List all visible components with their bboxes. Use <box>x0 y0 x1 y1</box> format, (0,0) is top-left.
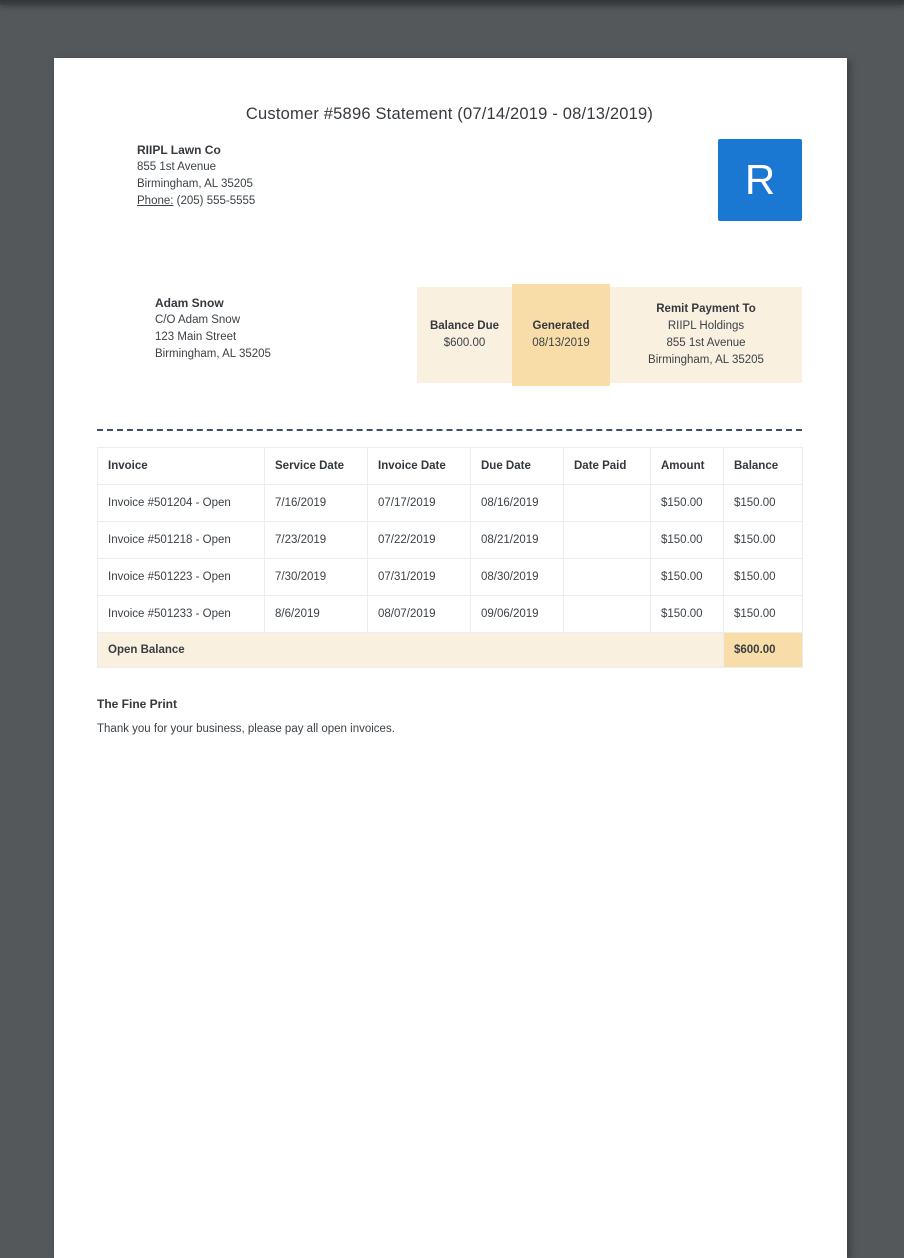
customer-address-line1: 123 Main Street <box>155 331 237 343</box>
cell-due-date: 08/21/2019 <box>470 521 564 559</box>
balance-due-value: $600.00 <box>443 337 486 349</box>
statement-header: RIIPL Lawn Co 855 1st Avenue Birmingham,… <box>97 139 802 221</box>
phone-value: (205) 555-5555 <box>176 195 256 207</box>
open-balance-label: Open Balance <box>97 632 724 668</box>
table-row: Invoice #501204 - Open 7/16/2019 07/17/2… <box>97 484 803 522</box>
col-header-invoice-date: Invoice Date <box>367 447 471 485</box>
cell-service-date: 7/23/2019 <box>264 521 368 559</box>
page-title: Customer #5896 Statement (07/14/2019 - 0… <box>245 105 654 123</box>
cell-date-paid <box>563 484 651 522</box>
company-phone-line: Phone: (205) 555-5555 <box>137 193 255 210</box>
customer-name: Adam Snow <box>155 296 224 310</box>
payment-summary-box: Balance Due $600.00 Generated 08/13/2019… <box>417 284 802 386</box>
cell-amount: $150.00 <box>650 558 724 596</box>
generated-value: 08/13/2019 <box>532 337 590 349</box>
open-balance-value: $600.00 <box>723 632 803 668</box>
invoice-table: Invoice Service Date Invoice Date Due Da… <box>97 447 803 668</box>
table-row: Invoice #501218 - Open 7/23/2019 07/22/2… <box>97 521 803 559</box>
table-header-row: Invoice Service Date Invoice Date Due Da… <box>97 447 803 485</box>
cell-service-date: 7/16/2019 <box>264 484 368 522</box>
statement-page: Customer #5896 Statement (07/14/2019 - 0… <box>54 58 847 1258</box>
company-address-block: RIIPL Lawn Co 855 1st Avenue Birmingham,… <box>137 142 255 221</box>
company-address-line2: Birmingham, AL 35205 <box>137 178 253 190</box>
cell-invoice-date: 07/31/2019 <box>367 558 471 596</box>
remit-address1: 855 1st Avenue <box>666 337 746 349</box>
cell-service-date: 8/6/2019 <box>264 595 368 633</box>
generated-cell: Generated 08/13/2019 <box>512 284 610 386</box>
cell-invoice-date: 08/07/2019 <box>367 595 471 633</box>
remit-payment-cell: Remit Payment To RIIPL Holdings 855 1st … <box>610 287 802 383</box>
cell-invoice-date: 07/22/2019 <box>367 521 471 559</box>
company-logo: R <box>718 139 802 221</box>
remit-label: Remit Payment To <box>656 303 756 315</box>
company-address-line1: 855 1st Avenue <box>137 161 217 173</box>
cell-date-paid <box>563 558 651 596</box>
cell-due-date: 09/06/2019 <box>470 595 564 633</box>
cell-balance: $150.00 <box>723 521 803 559</box>
col-header-balance: Balance <box>723 447 803 485</box>
cell-balance: $150.00 <box>723 595 803 633</box>
table-row: Invoice #501233 - Open 8/6/2019 08/07/20… <box>97 595 803 633</box>
balance-due-cell: Balance Due $600.00 <box>417 287 512 383</box>
col-header-service-date: Service Date <box>264 447 368 485</box>
company-name: RIIPL Lawn Co <box>137 143 221 157</box>
open-balance-row: Open Balance $600.00 <box>97 632 803 668</box>
balance-due-label: Balance Due <box>429 320 500 332</box>
cell-invoice: Invoice #501218 - Open <box>97 521 265 559</box>
cell-due-date: 08/16/2019 <box>470 484 564 522</box>
cell-date-paid <box>563 521 651 559</box>
cell-invoice: Invoice #501233 - Open <box>97 595 265 633</box>
customer-care-of: C/O Adam Snow <box>155 314 241 326</box>
col-header-due-date: Due Date <box>470 447 564 485</box>
dashed-divider <box>97 429 802 431</box>
cell-invoice-date: 07/17/2019 <box>367 484 471 522</box>
cell-invoice: Invoice #501204 - Open <box>97 484 265 522</box>
phone-label: Phone: <box>137 195 174 207</box>
col-header-date-paid: Date Paid <box>563 447 651 485</box>
cell-date-paid <box>563 595 651 633</box>
cell-balance: $150.00 <box>723 484 803 522</box>
billing-section: Adam Snow C/O Adam Snow 123 Main Street … <box>97 284 802 386</box>
fine-print-heading: The Fine Print <box>97 697 178 711</box>
window-top-edge <box>0 0 904 5</box>
cell-amount: $150.00 <box>650 521 724 559</box>
cell-invoice: Invoice #501223 - Open <box>97 558 265 596</box>
remit-name: RIIPL Holdings <box>667 320 745 332</box>
table-row: Invoice #501223 - Open 7/30/2019 07/31/2… <box>97 558 803 596</box>
customer-address-line2: Birmingham, AL 35205 <box>155 348 271 360</box>
customer-address-block: Adam Snow C/O Adam Snow 123 Main Street … <box>155 284 271 363</box>
generated-label: Generated <box>532 320 590 332</box>
cell-amount: $150.00 <box>650 484 724 522</box>
cell-amount: $150.00 <box>650 595 724 633</box>
cell-service-date: 7/30/2019 <box>264 558 368 596</box>
remit-address2: Birmingham, AL 35205 <box>648 354 764 366</box>
cell-balance: $150.00 <box>723 558 803 596</box>
statement-content: Customer #5896 Statement (07/14/2019 - 0… <box>54 58 847 735</box>
col-header-amount: Amount <box>650 447 724 485</box>
fine-print-text: Thank you for your business, please pay … <box>97 723 395 735</box>
col-header-invoice: Invoice <box>97 447 265 485</box>
cell-due-date: 08/30/2019 <box>470 558 564 596</box>
